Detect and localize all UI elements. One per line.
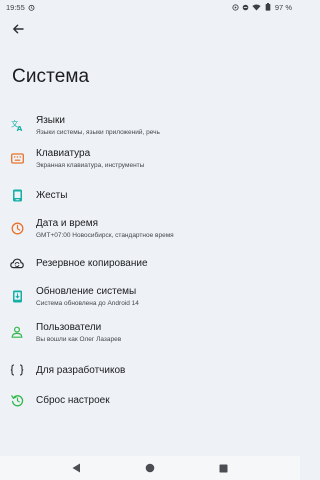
nav-home-icon <box>145 463 155 473</box>
settings-item-title: Дата и время <box>36 217 99 229</box>
settings-item-gestures[interactable]: Жесты <box>0 178 300 212</box>
translate-icon: 文 A <box>10 118 24 132</box>
gesture-phone-icon <box>10 188 24 202</box>
system-update-icon <box>10 289 24 303</box>
nav-back-icon <box>72 463 80 473</box>
settings-item-title: Для разработчиков <box>36 364 126 376</box>
keyboard-icon <box>10 151 24 165</box>
dnd-icon <box>242 4 249 11</box>
settings-item-subtitle: Экранная клавиатура, инструменты <box>36 161 145 169</box>
settings-item-subtitle: Система обновлена до Android 14 <box>36 299 139 307</box>
settings-item-languages[interactable]: 文 A Языки Языки системы, языки приложени… <box>0 108 300 142</box>
settings-item-title: Жесты <box>36 189 68 201</box>
arrow-back-icon <box>13 24 24 34</box>
settings-item-subtitle: Вы вошли как Олег Лазарев <box>36 335 122 343</box>
nav-recents-button[interactable] <box>215 460 231 476</box>
settings-item-subtitle: Языки системы, языки приложений, речь <box>36 128 160 136</box>
settings-item-reset[interactable]: Сброс настроек <box>0 383 300 417</box>
status-bar: 19:55 97 % <box>0 0 300 14</box>
top-app-bar <box>0 17 300 41</box>
status-time: 19:55 <box>6 2 25 12</box>
settings-item-developer[interactable]: Для разработчиков <box>0 353 300 387</box>
settings-item-subtitle: GMT+07:00 Новосибирск, стандартное время <box>36 231 174 239</box>
nav-recents-icon <box>219 464 227 472</box>
settings-item-users[interactable]: Пользователи Вы вошли как Олег Лазарев <box>0 315 300 349</box>
settings-item-title: Пользователи <box>36 321 102 333</box>
settings-item-title: Клавиатура <box>36 147 91 159</box>
reset-history-icon <box>10 393 24 407</box>
cloud-sync-icon <box>10 256 24 270</box>
data-saver-icon <box>232 3 239 11</box>
back-button[interactable] <box>8 19 28 39</box>
wifi-icon <box>252 4 261 11</box>
person-icon <box>10 325 24 339</box>
settings-item-system-update[interactable]: Обновление системы Система обновлена до … <box>0 279 300 313</box>
navigation-bar <box>0 456 300 480</box>
settings-item-title: Резервное копирование <box>36 257 148 269</box>
settings-item-title: Обновление системы <box>36 285 137 297</box>
svg-text:A: A <box>16 124 22 132</box>
clock-icon <box>10 221 24 235</box>
battery-icon <box>264 3 272 11</box>
page-title: Система <box>12 66 90 87</box>
settings-item-title: Сброс настроек <box>36 394 110 406</box>
battery-percent: 97 % <box>274 2 292 12</box>
code-braces-icon <box>10 363 24 377</box>
system-settings-screen: 19:55 97 % Система 文 A Языки Языки систе… <box>0 0 300 480</box>
settings-item-keyboard[interactable]: Клавиатура Экранная клавиатура, инструме… <box>0 141 300 175</box>
settings-item-backup[interactable]: Резервное копирование <box>0 246 300 280</box>
nav-home-button[interactable] <box>142 460 158 476</box>
nav-back-button[interactable] <box>68 460 84 476</box>
settings-item-date-time[interactable]: Дата и время GMT+07:00 Новосибирск, стан… <box>0 211 300 245</box>
alarm-icon <box>28 4 35 11</box>
settings-item-title: Языки <box>36 114 65 126</box>
